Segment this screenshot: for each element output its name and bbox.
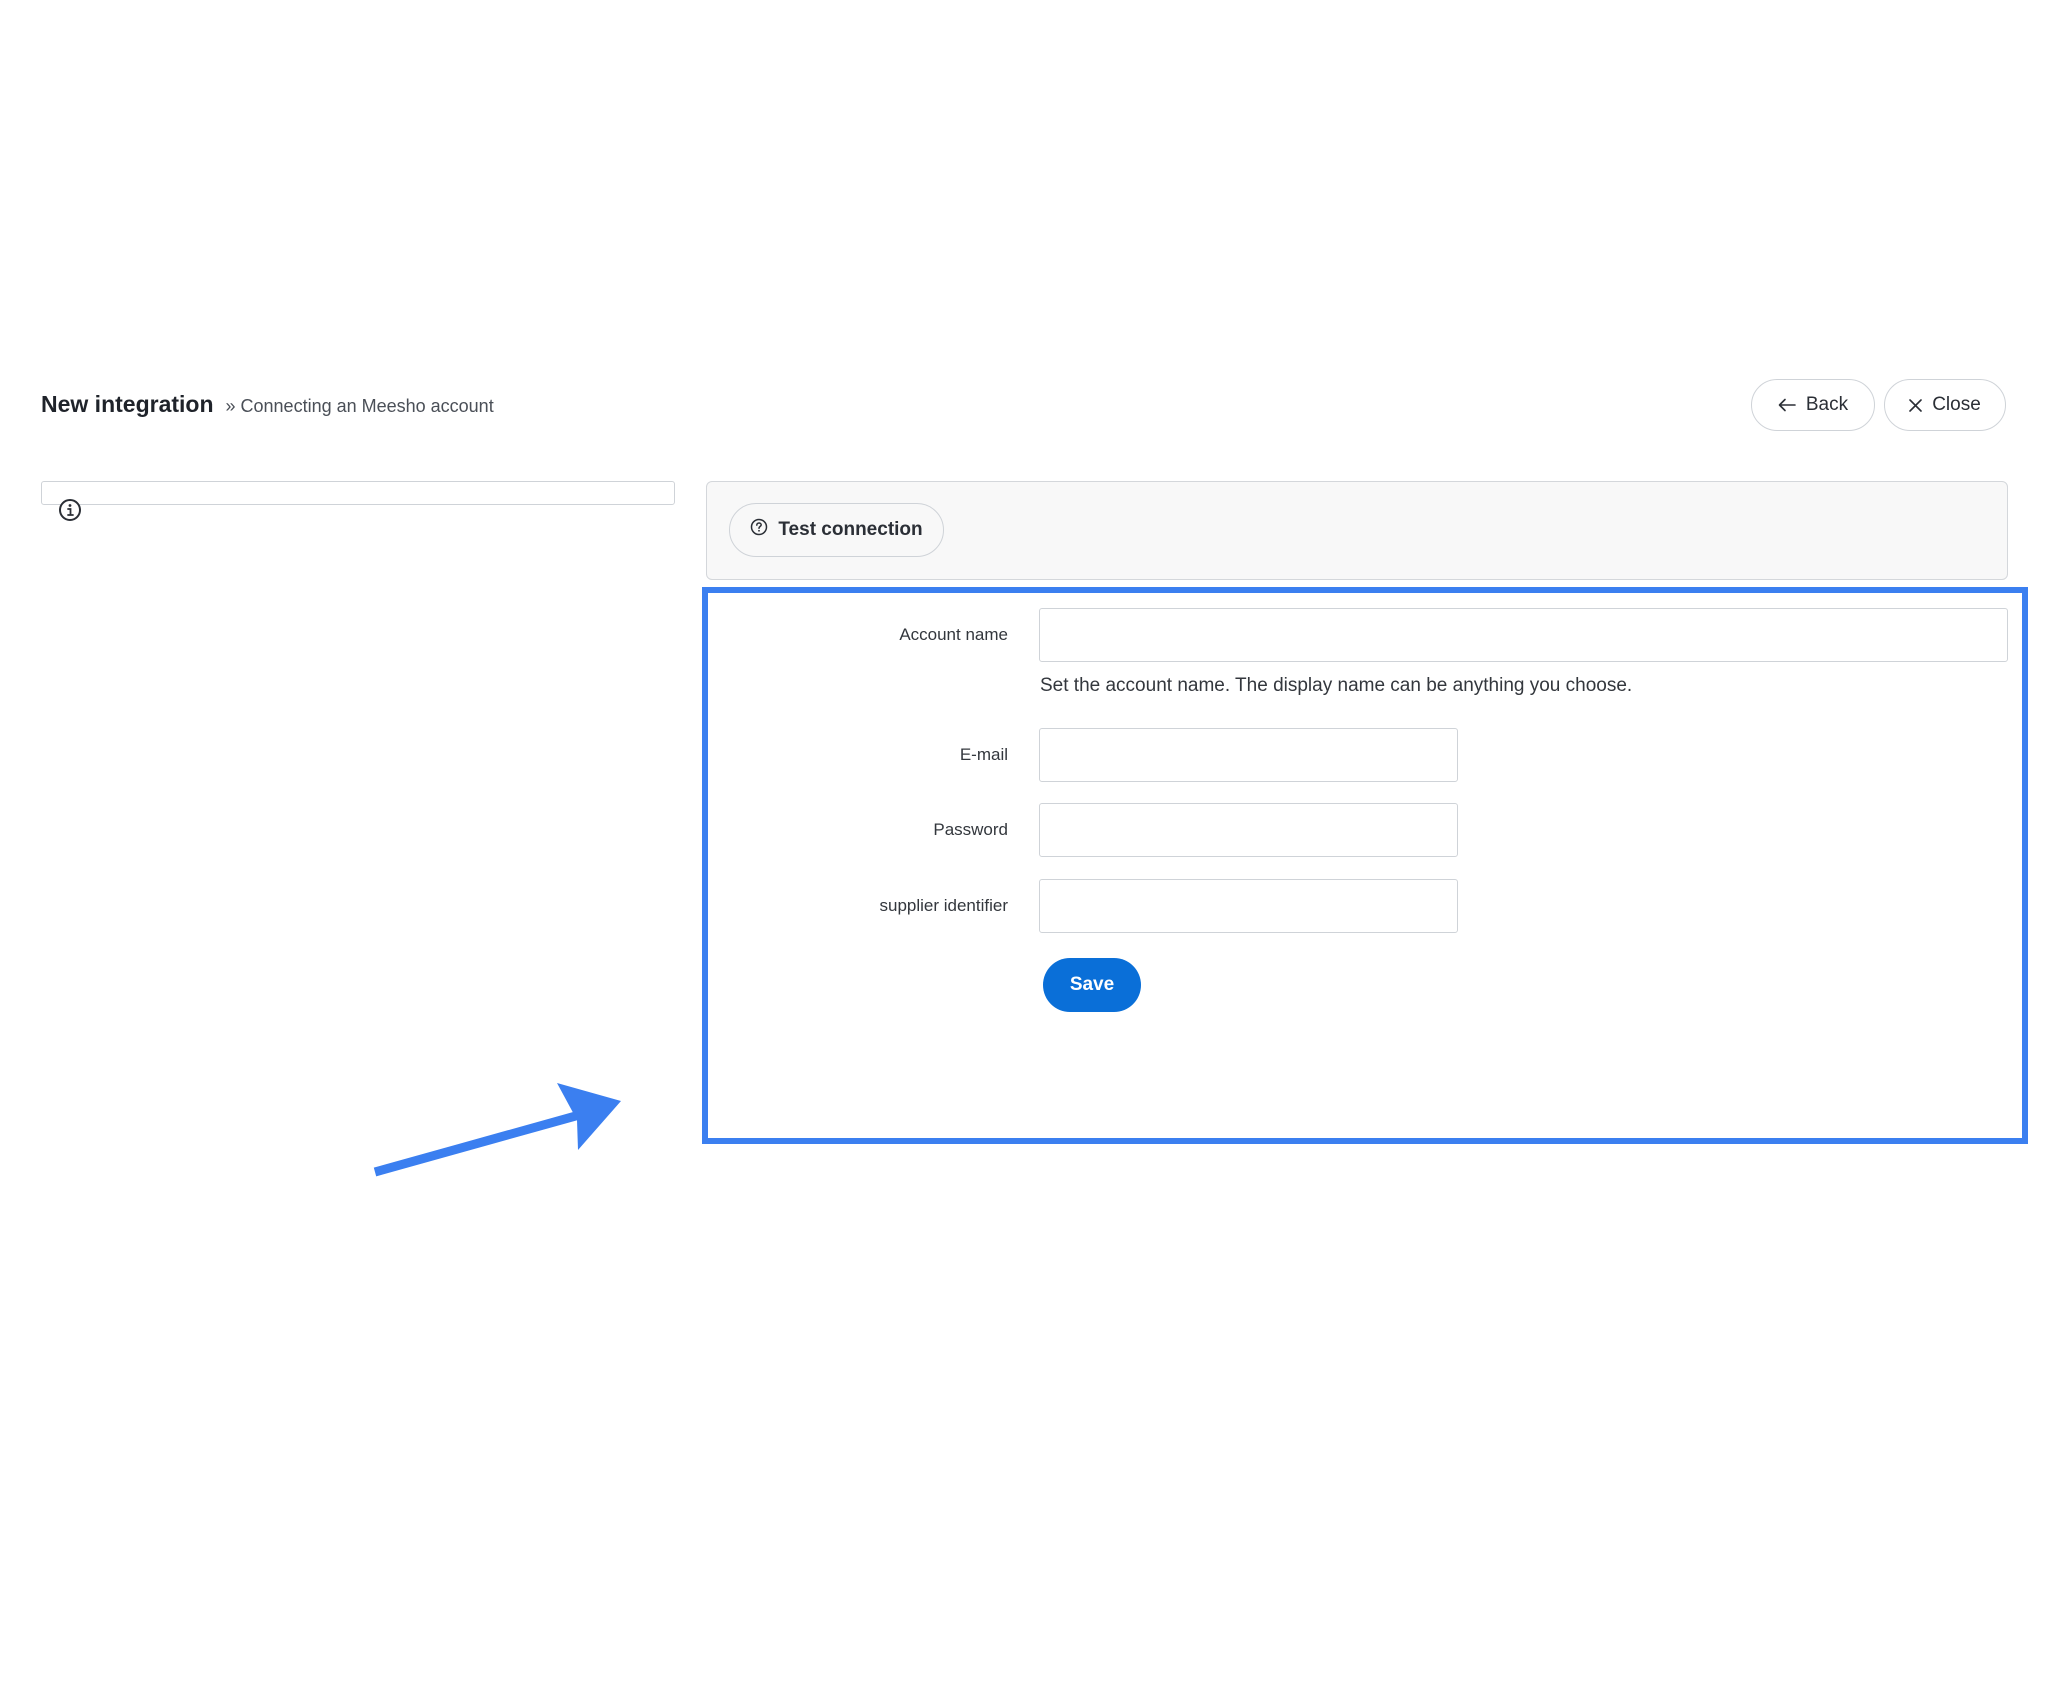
close-button-label: Close — [1932, 394, 1981, 415]
breadcrumb-subtitle: » Connecting an Meesho account — [225, 396, 494, 416]
test-connection-label: Test connection — [778, 519, 923, 540]
close-button[interactable]: Close — [1884, 379, 2006, 431]
arrow-left-icon — [1778, 398, 1796, 412]
question-circle-icon — [750, 518, 768, 542]
close-icon — [1909, 398, 1923, 412]
page-header: New integration » Connecting an Meesho a… — [41, 391, 494, 425]
back-button[interactable]: Back — [1751, 379, 1875, 431]
info-panel — [41, 481, 675, 505]
info-circle-icon[interactable] — [58, 498, 82, 522]
test-connection-button[interactable]: Test connection — [729, 503, 944, 557]
page-title: New integration — [41, 391, 214, 417]
annotation-arrow-icon — [373, 1083, 621, 1177]
annotation-highlight-box — [702, 587, 2028, 1144]
back-button-label: Back — [1805, 394, 1849, 415]
